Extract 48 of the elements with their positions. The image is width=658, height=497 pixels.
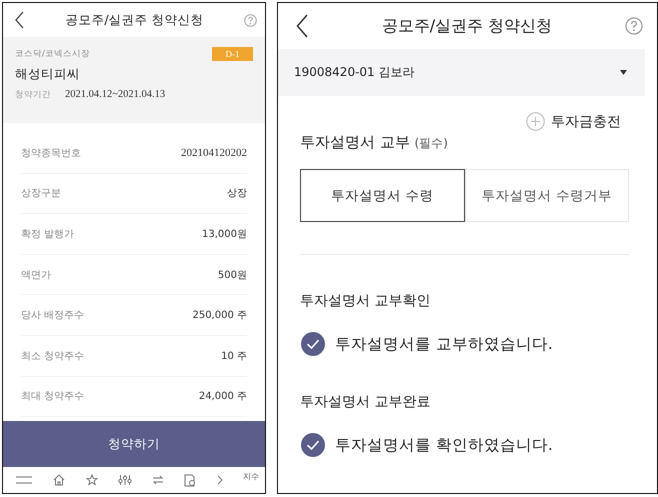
row-value: 202104120202	[181, 146, 247, 159]
back-icon[interactable]	[296, 14, 309, 38]
row-value: 24,000 주	[198, 390, 247, 404]
confirm-text: 투자설명서를 교부하였습니다.	[335, 334, 553, 354]
swap-icon[interactable]	[152, 474, 164, 486]
section-title: 투자설명서 교부 (필수)	[300, 133, 449, 152]
dropdown-caret-icon[interactable]	[620, 70, 627, 75]
row-value: 500원	[218, 268, 247, 282]
plus-icon	[526, 112, 545, 131]
home-icon[interactable]	[53, 474, 66, 486]
chevron-right-icon[interactable]	[216, 475, 223, 485]
back-icon[interactable]	[15, 11, 25, 29]
checkbox[interactable]	[301, 332, 325, 356]
row-value: 상장	[227, 187, 247, 200]
sliders-icon[interactable]	[118, 474, 132, 486]
menu-icon[interactable]	[15, 475, 33, 485]
option-tab[interactable]: 투자설명서 수령거부	[464, 169, 629, 222]
charge-button[interactable]: 투자금충전	[526, 112, 621, 131]
row-label: 확정 발행가	[21, 228, 74, 241]
confirm-text: 투자설명서를 확인하였습니다.	[335, 434, 553, 456]
help-icon[interactable]	[244, 14, 257, 26]
market-label: 코스닥/코넥스시장	[15, 48, 90, 60]
account-dropdown[interactable]: 19008420-01 김보라	[278, 49, 645, 96]
row-label: 최소 청약주수	[21, 350, 84, 363]
d-day-badge: D-1	[212, 47, 253, 61]
confirm-label: 투자설명서 교부확인	[300, 292, 432, 310]
confirm-label: 투자설명서 교부완료	[300, 393, 432, 411]
row-label: 최대 청약주수	[21, 390, 84, 404]
row-label: 당사 배정주수	[21, 309, 84, 322]
document-icon[interactable]	[184, 474, 196, 486]
row-label: 청약종목번호	[21, 146, 81, 160]
help-icon[interactable]	[625, 17, 643, 35]
row-label: 상장구분	[21, 187, 61, 200]
star-icon[interactable]	[86, 474, 98, 486]
screen-title: 공모주/실권주 청약신청	[64, 12, 205, 28]
row-label: 액면가	[21, 268, 51, 282]
period-label: 청약기간	[15, 89, 51, 101]
row-value: 250,000 주	[192, 309, 247, 322]
screen-title: 공모주/실권주 청약신청	[380, 16, 554, 36]
row-value: 13,000원	[202, 228, 247, 241]
subscribe-button[interactable]: 청약하기	[3, 421, 265, 467]
account-value: 19008420-01 김보라	[294, 64, 414, 81]
stock-name: 해성티피씨	[15, 66, 81, 83]
period-value: 2021.04.12~2021.04.13	[65, 89, 166, 100]
option-tab[interactable]: 투자설명서 수령	[300, 169, 464, 222]
index-tab[interactable]: 지수	[242, 471, 259, 482]
row-value: 10 주	[221, 350, 247, 363]
checkbox[interactable]	[301, 433, 325, 457]
